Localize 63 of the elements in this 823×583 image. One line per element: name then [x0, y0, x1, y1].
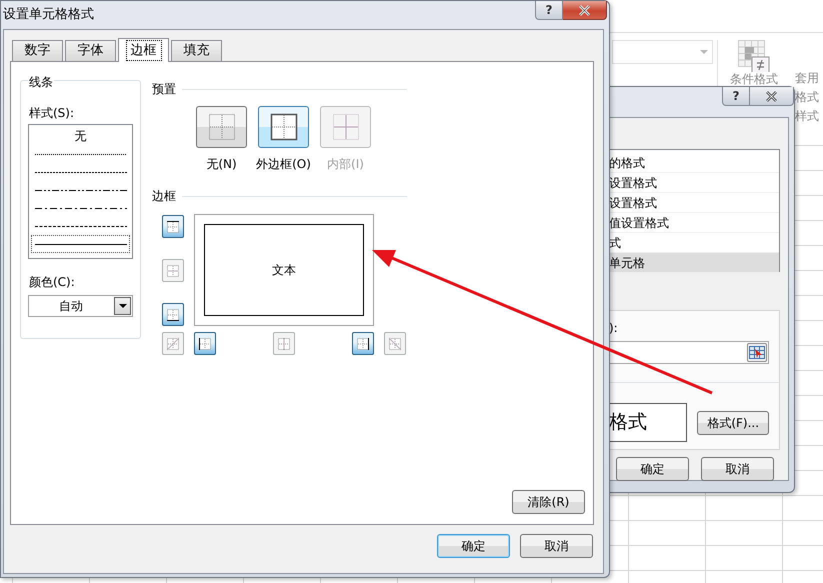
preset-button[interactable]	[258, 106, 309, 148]
ribbon-label[interactable]: 样式	[795, 107, 819, 126]
close-button[interactable]	[563, 1, 607, 20]
ribbon-label[interactable]: 格式	[795, 88, 819, 107]
clear-button[interactable]: 清除(R)	[512, 490, 585, 514]
border-line-icon	[277, 336, 291, 350]
line-style-option[interactable]: 无	[31, 127, 130, 145]
line-sample-icon	[34, 206, 126, 210]
line-style-list[interactable]: 无	[28, 124, 133, 259]
close-button[interactable]	[750, 87, 794, 106]
border-toggle-button[interactable]	[162, 215, 184, 238]
section-title: 边框	[152, 188, 176, 205]
preview-text: 文本	[272, 262, 296, 279]
ribbon-label[interactable]: 条件格式	[730, 72, 778, 87]
conditional-format-icon	[738, 40, 770, 72]
rule-list[interactable]: 的格式 设置格式 设置格式 值设置格式 式 单元格	[609, 149, 780, 272]
preset-label: 内部(I)	[327, 156, 364, 173]
border-toggle-button[interactable]	[162, 303, 184, 326]
section-title: 预置	[152, 81, 176, 98]
line-sample-icon	[34, 242, 126, 246]
border-toggle-button[interactable]	[194, 332, 216, 355]
line-sample-icon	[34, 224, 126, 228]
range-picker-icon	[749, 346, 765, 359]
line-sample-icon	[34, 170, 126, 174]
close-icon	[578, 4, 591, 16]
border-line-icon	[166, 308, 180, 322]
format-preview: 格式	[609, 403, 688, 442]
tab[interactable]: 边框	[118, 38, 169, 62]
window-title: 设置单元格格式	[2, 6, 94, 24]
border-line-icon	[166, 264, 180, 278]
tab[interactable]: 填充	[171, 40, 222, 61]
dialog-button[interactable]: 取消	[520, 534, 593, 558]
outline-border-icon	[270, 113, 298, 141]
field-label: ):	[609, 320, 619, 337]
preset-label: 无(N)	[206, 156, 237, 173]
preset-label: 外边框(O)	[256, 156, 311, 173]
tab[interactable]: 字体	[65, 40, 116, 61]
border-line-icon	[388, 336, 402, 350]
caret-icon	[118, 304, 126, 308]
inside-border-icon	[332, 113, 360, 141]
close-icon	[765, 90, 778, 102]
no-border-icon	[208, 113, 236, 141]
border-line-icon	[166, 220, 180, 234]
rule-item[interactable]: 单元格	[609, 253, 779, 273]
field-label: 样式(S):	[29, 105, 76, 122]
dialog-button[interactable]: 确定	[616, 457, 689, 481]
border-line-icon	[356, 336, 370, 350]
dialog-button[interactable]: 确定	[437, 534, 510, 558]
line-sample-icon	[34, 188, 126, 192]
format-button[interactable]: 格式(F)...	[697, 410, 769, 434]
border-toggle-button[interactable]	[352, 332, 374, 355]
color-select[interactable]: 自动	[28, 295, 133, 317]
line-sample-icon	[34, 152, 126, 156]
dialog-button[interactable]: 取消	[701, 457, 774, 481]
border-line-icon	[166, 336, 180, 350]
help-button[interactable]: ?	[722, 87, 750, 106]
help-button[interactable]: ?	[535, 1, 563, 20]
tab[interactable]: 数字	[12, 40, 63, 61]
preset-button[interactable]	[196, 106, 247, 148]
line-style-option[interactable]	[31, 235, 130, 253]
reference-field[interactable]	[609, 341, 769, 364]
field-label: 颜色(C):	[29, 274, 76, 291]
border-line-icon	[198, 336, 212, 350]
